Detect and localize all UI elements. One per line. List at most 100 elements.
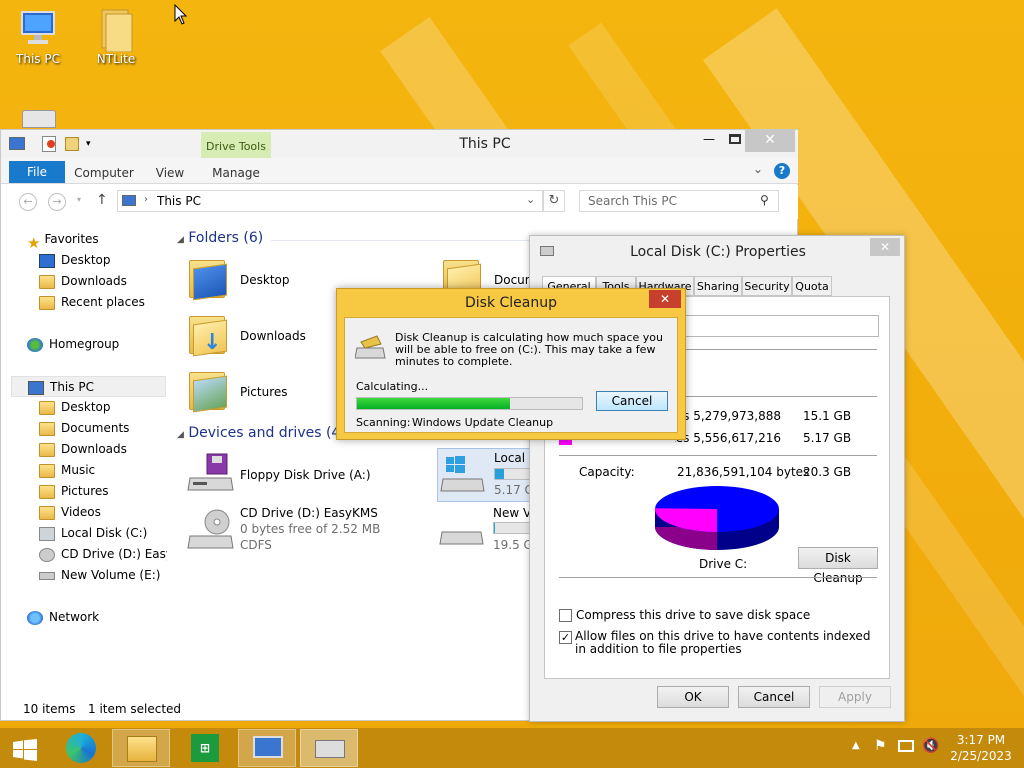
drive-label: Drive C: <box>699 557 748 571</box>
search-box[interactable]: Search This PC ⚲ <box>579 190 779 212</box>
capacity-size: 20.3 GB <box>803 465 852 479</box>
maximize-button[interactable] <box>729 134 741 144</box>
nav-pc-cd-drive[interactable]: CD Drive (D:) EasyKMS <box>39 544 167 565</box>
properties-cancel-button[interactable]: Cancel <box>738 686 810 708</box>
index-checkbox[interactable]: ✓ <box>559 631 572 644</box>
tab-view[interactable]: View <box>143 161 197 183</box>
cd-drive-icon <box>187 509 234 549</box>
apply-button[interactable]: Apply <box>819 686 891 708</box>
nav-pc-pictures[interactable]: Pictures <box>39 481 109 502</box>
refresh-button[interactable]: ↻ <box>543 190 565 212</box>
desktop-icon-ntlite[interactable]: NTLite <box>84 8 148 66</box>
folders-group-header[interactable]: ◢ Folders (6) <box>177 230 263 246</box>
computer-icon <box>28 380 44 395</box>
nav-pc-videos[interactable]: Videos <box>39 502 101 523</box>
properties-titlebar[interactable]: Local Disk (C:) Properties ✕ <box>530 236 904 266</box>
desktop-icon-this-pc[interactable]: This PC <box>6 8 70 66</box>
computer-small-icon <box>122 195 136 206</box>
show-hidden-icons-icon[interactable]: ▲ <box>852 740 860 751</box>
drive-icon <box>39 571 55 580</box>
properties-close-button[interactable]: ✕ <box>870 238 900 256</box>
cleanup-titlebar[interactable]: Disk Cleanup ✕ <box>337 289 685 317</box>
nav-pc-music[interactable]: Music <box>39 460 95 481</box>
nav-pc-downloads[interactable]: Downloads <box>39 439 127 460</box>
folder-icon <box>96 8 136 53</box>
disk-cleanup-button[interactable]: Disk Cleanup <box>798 547 878 585</box>
ok-button[interactable]: OK <box>657 686 729 708</box>
compress-label: Compress this drive to save disk space <box>576 608 811 622</box>
music-folder-icon <box>39 463 55 478</box>
nav-network[interactable]: Network <box>27 607 99 628</box>
nav-pc-desktop[interactable]: Desktop <box>39 397 111 418</box>
taskbar-store[interactable]: ⊞ <box>176 729 234 767</box>
nav-pc-local-disk[interactable]: Local Disk (C:) <box>39 523 147 544</box>
nav-this-pc[interactable]: This PC <box>11 376 166 397</box>
index-checkbox-row[interactable]: ✓ Allow files on this drive to have cont… <box>559 630 881 656</box>
nav-label: Homegroup <box>49 337 120 351</box>
explorer-title: This PC <box>459 136 511 152</box>
nav-fav-recent[interactable]: Recent places <box>39 292 145 313</box>
drive-name-input[interactable] <box>685 315 879 337</box>
action-center-flag-icon[interactable]: ⚑ <box>874 738 887 754</box>
minimize-button[interactable]: — <box>689 130 729 152</box>
volume-muted-icon[interactable]: 🔇 <box>922 738 939 754</box>
close-button[interactable]: ✕ <box>745 130 795 152</box>
device-usage-bar <box>493 522 531 534</box>
device-item-floppy[interactable]: Floppy Disk Drive (A:) <box>187 452 387 498</box>
tab-computer[interactable]: Computer <box>71 161 137 183</box>
taskbar-edge[interactable] <box>52 729 110 767</box>
back-button[interactable]: ← <box>19 193 37 211</box>
desktop-icon-label: This PC <box>16 52 60 66</box>
network-tray-icon[interactable] <box>898 740 914 752</box>
start-button[interactable] <box>0 729 50 767</box>
device-name: Local D <box>494 451 531 465</box>
compress-checkbox-row[interactable]: Compress this drive to save disk space <box>559 608 810 622</box>
device-item-cd[interactable]: CD Drive (D:) EasyKMS 0 bytes free of 2.… <box>187 506 387 558</box>
taskbar-disk-cleanup[interactable] <box>300 729 358 767</box>
group-collapse-icon: ◢ <box>177 430 184 440</box>
windows-drive-icon <box>39 526 55 541</box>
explorer-titlebar[interactable]: ▾ This PC — ✕ <box>1 130 798 158</box>
taskbar-file-explorer[interactable] <box>112 729 170 767</box>
address-row: ← → ▾ ↑ › This PC ⌄ ↻ Search This PC ⚲ <box>1 185 798 219</box>
taskbar-computer-management[interactable] <box>238 729 296 767</box>
nav-fav-downloads[interactable]: Downloads <box>39 271 127 292</box>
nav-pc-new-volume[interactable]: New Volume (E:) <box>39 565 160 586</box>
device-item-new-volume[interactable]: New Vc 19.5 GE <box>437 506 531 562</box>
compress-checkbox[interactable] <box>559 609 572 622</box>
search-icon[interactable]: ⚲ <box>760 193 769 207</box>
forward-button[interactable]: → <box>48 193 66 211</box>
tab-file[interactable]: File <box>9 161 65 183</box>
search-input[interactable]: Search This PC <box>588 194 677 208</box>
clock-date: 2/25/2023 <box>950 749 1012 763</box>
clock[interactable]: 3:17 PM 2/25/2023 <box>946 732 1016 764</box>
scanning-item: Windows Update Cleanup <box>412 416 554 429</box>
nav-pc-documents[interactable]: Documents <box>39 418 129 439</box>
nav-label: Desktop <box>61 400 111 414</box>
tab-sharing[interactable]: Sharing <box>694 276 742 296</box>
nav-favorites[interactable]: ★ Favorites <box>27 229 99 250</box>
tab-manage[interactable]: Manage <box>203 161 269 183</box>
nav-label: New Volume (E:) <box>61 568 161 582</box>
nav-homegroup[interactable]: Homegroup <box>27 334 119 355</box>
up-button[interactable]: ↑ <box>96 192 108 208</box>
pictures-folder-icon <box>189 366 227 413</box>
cleanup-close-button[interactable]: ✕ <box>649 290 681 308</box>
recent-locations-icon[interactable]: ▾ <box>77 195 81 204</box>
nav-label: Pictures <box>61 484 109 498</box>
address-bar[interactable]: › This PC ⌄ <box>117 190 543 212</box>
cleanup-cancel-button[interactable]: Cancel <box>596 391 668 411</box>
nav-fav-desktop[interactable]: Desktop <box>39 250 111 271</box>
windows-drive-icon <box>440 456 485 492</box>
recycle-bin-icon[interactable] <box>22 110 56 128</box>
device-item-local-disk[interactable]: Local D 5.17 GE <box>437 448 531 502</box>
address-dropdown-icon[interactable]: ⌄ <box>526 193 535 206</box>
devices-group-header[interactable]: ◢ Devices and drives (4) <box>177 425 346 441</box>
expand-ribbon-icon[interactable]: ⌄ <box>753 162 763 176</box>
store-icon: ⊞ <box>191 734 219 762</box>
scanning-label: Scanning: <box>356 416 411 429</box>
tab-quota[interactable]: Quota <box>792 276 832 296</box>
tab-security[interactable]: Security <box>742 276 792 296</box>
videos-folder-icon <box>39 505 55 520</box>
help-icon[interactable]: ? <box>774 163 790 179</box>
